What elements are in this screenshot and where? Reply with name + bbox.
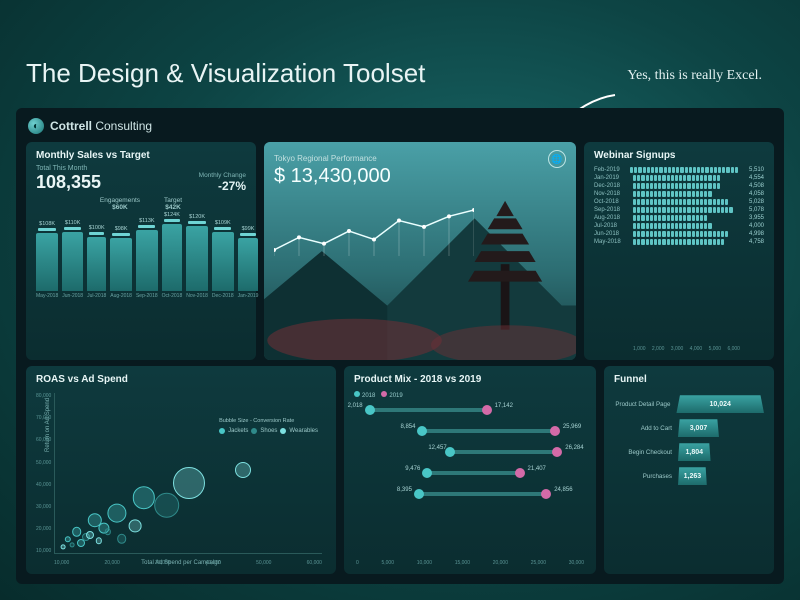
leg-tgt-val: $42K	[165, 204, 181, 211]
hero-sparkline	[274, 200, 474, 260]
card-tokyo-hero[interactable]: 🌐 Tokyo Regional Performance $ 13,430,00…	[264, 142, 576, 360]
card-roas[interactable]: ROAS vs Ad Spend Return on Ad Spend 10,0…	[26, 366, 336, 574]
signups-isotype-chart: Feb-20195,510Jan-20194,554Dec-20184,508N…	[594, 167, 764, 344]
funnel-chart: Product Detail Page10,024Add to Cart3,00…	[614, 395, 764, 566]
signups-title: Webinar Signups	[594, 150, 764, 161]
card-monthly-sales[interactable]: Monthly Sales vs Target Total This Month…	[26, 142, 256, 360]
roas-title: ROAS vs Ad Spend	[36, 374, 326, 385]
brand-name-light: Consulting	[92, 119, 152, 133]
leg-eng: Engagements	[100, 197, 140, 204]
roas-bubble-note: Bubble Size - Conversion Rate	[219, 418, 318, 424]
sales-title: Monthly Sales vs Target	[36, 150, 246, 161]
mix-dumbbell-chart: 2,018 17,142 8,854 25,969 12,457 26,284 …	[354, 403, 586, 558]
hero-region-value: $ 13,430,000	[274, 165, 566, 188]
page-title: The Design & Visualization Toolset	[26, 58, 425, 89]
sales-total-label: Total This Month	[36, 165, 101, 172]
hero-region-label: Tokyo Regional Performance	[274, 154, 566, 163]
signups-x-axis: 1,0002,0003,0004,0005,0006,000	[633, 346, 740, 352]
sales-change-label: Monthly Change	[199, 172, 246, 179]
mix-legend: 20182019	[354, 391, 586, 399]
sales-bar-chart: $108KMay-2018$110KJun-2018$100KJul-2018$…	[36, 219, 246, 299]
leg-tgt: Target	[164, 197, 182, 204]
brand-name-bold: Cottrell	[50, 119, 92, 133]
funnel-title: Funnel	[614, 374, 764, 385]
mix-title: Product Mix - 2018 vs 2019	[354, 374, 586, 385]
sales-total-value: 108,355	[36, 172, 101, 193]
card-product-mix[interactable]: Product Mix - 2018 vs 2019 20182019 2,01…	[344, 366, 596, 574]
mix-x-axis: 05,00010,00015,00020,00025,00030,000	[354, 560, 586, 566]
dashboard-frame: ◐ Cottrell Consulting Monthly Sales vs T…	[16, 108, 784, 584]
leg-eng-val: $60K	[112, 204, 128, 211]
roas-legend: Bubble Size - Conversion Rate JacketsSho…	[219, 417, 318, 436]
brand-bar: ◐ Cottrell Consulting	[26, 116, 774, 136]
brand-logo-icon: ◐	[28, 118, 44, 134]
roas-scatter-chart: Return on Ad Spend 10,00020,00030,00040,…	[54, 393, 322, 564]
card-webinar-signups[interactable]: Webinar Signups Feb-20195,510Jan-20194,5…	[584, 142, 774, 360]
card-funnel[interactable]: Funnel Product Detail Page10,024Add to C…	[604, 366, 774, 574]
handwritten-annotation: Yes, this is really Excel.	[627, 68, 762, 84]
sales-change-value: -27%	[199, 179, 246, 193]
